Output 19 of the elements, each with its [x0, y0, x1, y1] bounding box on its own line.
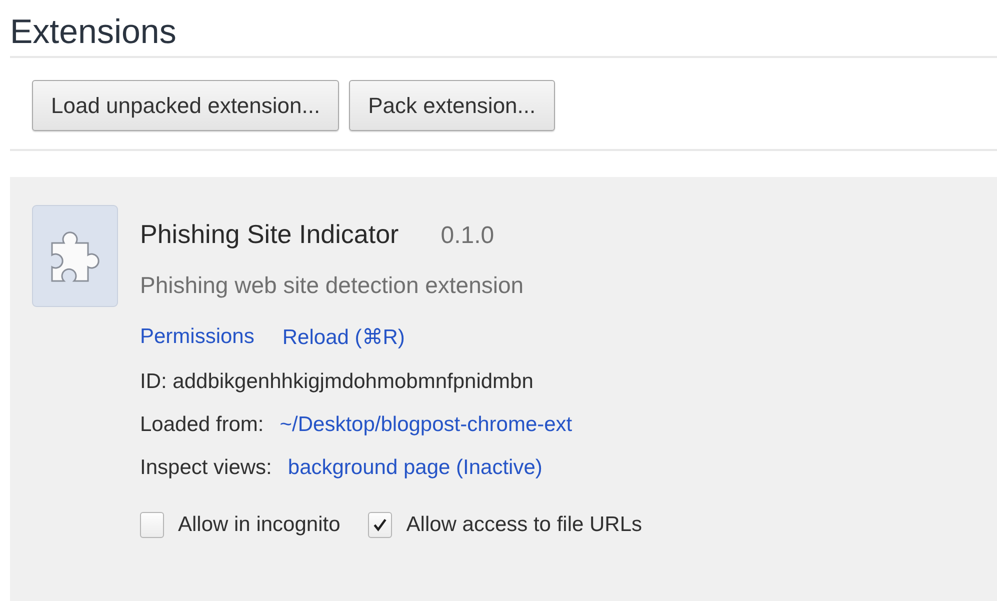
detail-link[interactable]: ~/Desktop/blogpost-chrome-ext — [280, 413, 572, 437]
extension-description: Phishing web site detection extension — [140, 272, 525, 299]
puzzle-piece-icon — [32, 205, 118, 307]
checkbox[interactable] — [140, 512, 164, 538]
detail-label: Loaded from: — [140, 413, 264, 437]
detail-label: Inspect views: — [140, 456, 272, 480]
action-link[interactable]: Reload (⌘R) — [282, 325, 405, 350]
page-title: Extensions — [10, 12, 178, 53]
extension-version: 0.1.0 — [440, 222, 494, 250]
detail-link[interactable]: background page (Inactive) — [288, 456, 542, 480]
checkbox-label: Allow access to file URLs — [406, 513, 642, 537]
checkbox[interactable] — [368, 512, 392, 538]
extension-name: Phishing Site Indicator — [140, 219, 399, 250]
check-icon — [371, 516, 390, 534]
checkbox-label: Allow in incognito — [178, 513, 340, 537]
extension-id: ID: addbikgenhhkigjmdohmobmnfpnidmbn — [140, 370, 534, 394]
action-link[interactable]: Permissions — [140, 325, 254, 350]
toolbar-button[interactable]: Pack extension... — [349, 80, 555, 131]
toolbar-button[interactable]: Load unpacked extension... — [32, 80, 340, 131]
